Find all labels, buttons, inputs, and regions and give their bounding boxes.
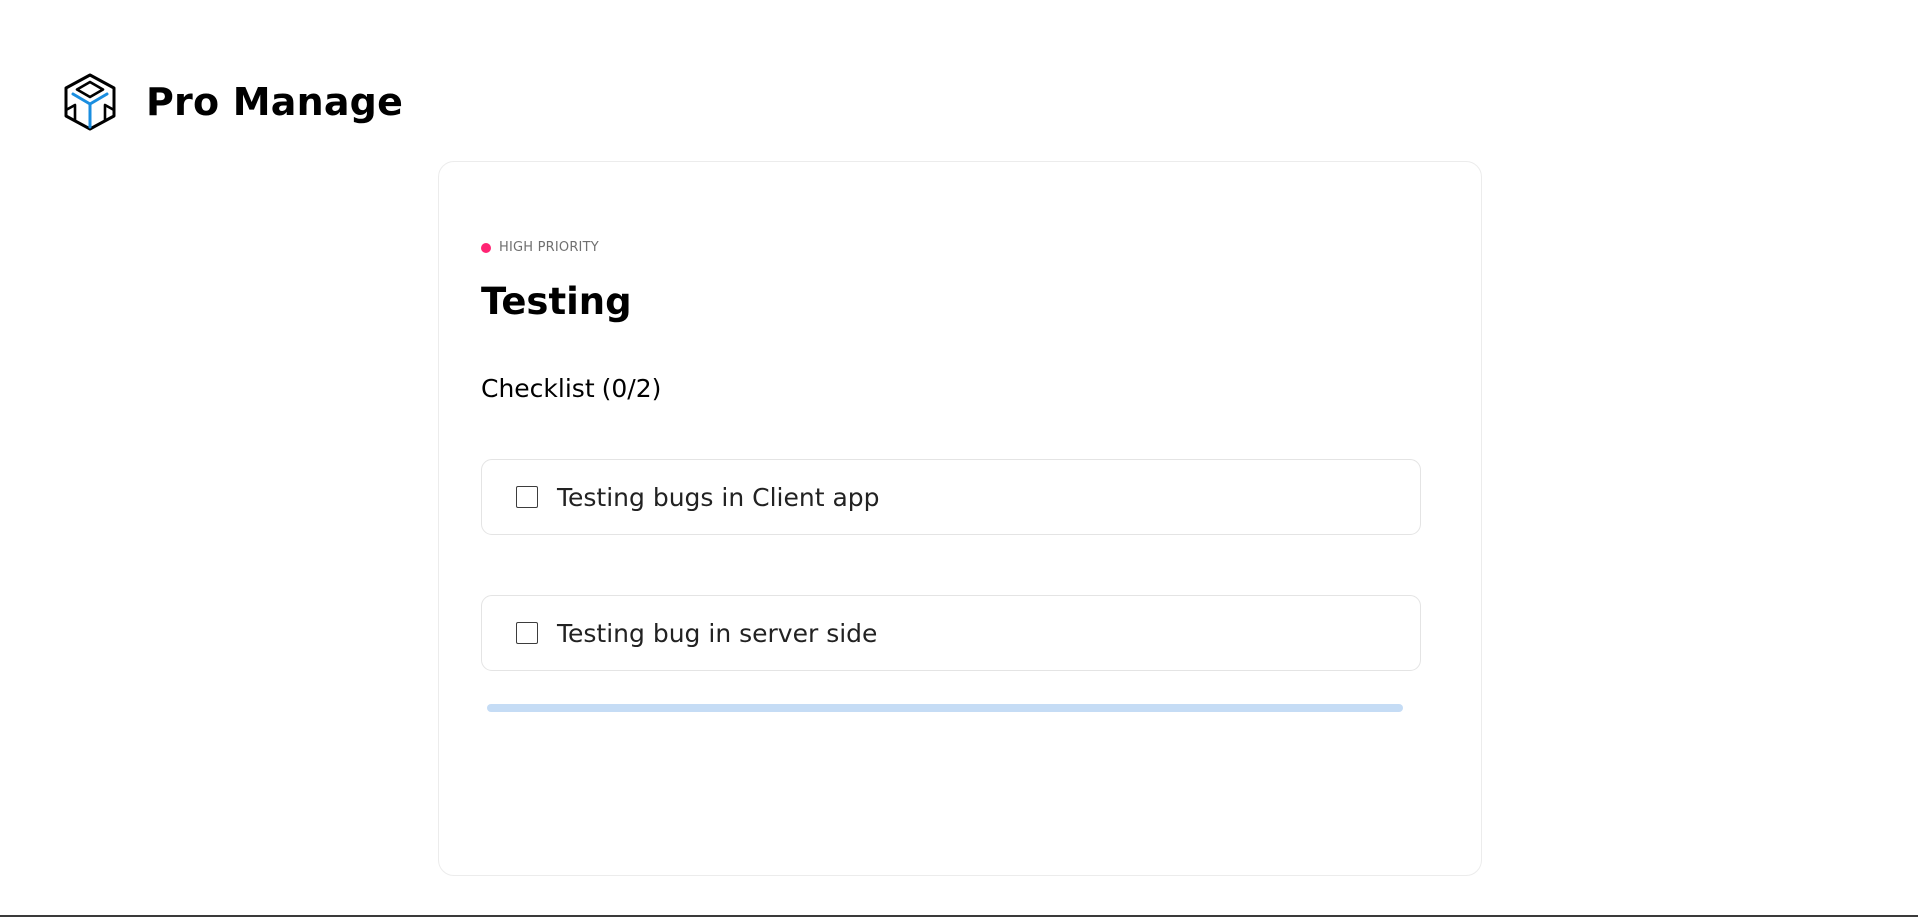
checklist-label: Checklist [481,374,595,403]
priority-indicator: HIGH PRIORITY [481,240,599,255]
checklist-heading: Checklist (0/2) [481,374,661,403]
checklist-item-text: Testing bug in server side [557,618,878,648]
cube-icon [64,73,116,131]
checklist-item-text: Testing bugs in Client app [557,482,880,512]
priority-dot-icon [481,242,491,253]
checklist-item[interactable]: Testing bugs in Client app [481,459,1421,535]
task-title: Testing [481,280,632,323]
app-name: Pro Manage [146,80,404,124]
checklist-count: (0/2) [601,374,662,403]
checklist-checkbox[interactable] [516,486,538,508]
checklist-items: Testing bugs in Client app Testing bug i… [481,459,1421,731]
task-card: HIGH PRIORITY Testing Checklist (0/2) Te… [438,161,1482,876]
brand-header: Pro Manage [62,72,403,132]
checklist-checkbox[interactable] [516,622,538,644]
progress-bar [487,704,1403,712]
priority-label: HIGH PRIORITY [499,240,599,255]
checklist-item[interactable]: Testing bug in server side [481,595,1421,671]
